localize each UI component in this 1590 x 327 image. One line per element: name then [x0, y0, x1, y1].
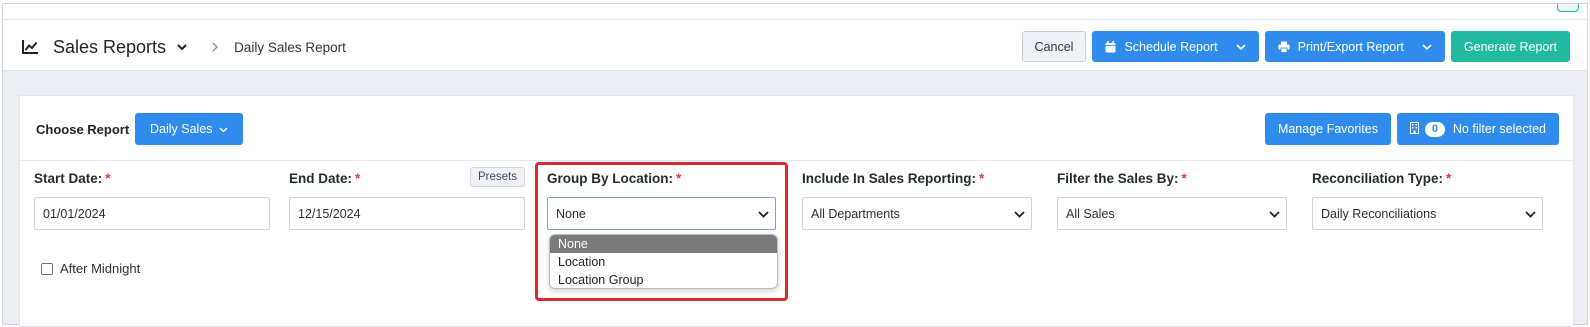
schedule-report-label: Schedule Report: [1124, 39, 1218, 54]
filter-status-label: No filter selected: [1452, 122, 1546, 136]
chevron-down-icon: [1525, 211, 1536, 218]
include-in-sales-label: Include In Sales Reporting: *: [802, 171, 1038, 189]
required-marker: *: [1446, 171, 1452, 186]
chevron-down-icon[interactable]: [1422, 43, 1432, 51]
start-date-label: Start Date: *: [34, 171, 270, 189]
filter-sales-by-value: All Sales: [1066, 206, 1115, 221]
end-date-label-text: End Date:: [289, 171, 353, 186]
start-date-label-text: Start Date:: [34, 171, 103, 186]
schedule-report-button[interactable]: Schedule Report: [1092, 31, 1259, 62]
reconciliation-type-field: Reconciliation Type: * Daily Reconciliati…: [1312, 171, 1548, 230]
required-marker: *: [355, 171, 361, 186]
filter-button[interactable]: 0 No filter selected: [1396, 113, 1559, 145]
calendar-icon: [1105, 40, 1116, 53]
corner-tab[interactable]: [1557, 4, 1579, 12]
line-chart-icon: [22, 40, 38, 54]
breadcrumb-current: Daily Sales Report: [234, 39, 346, 55]
choose-report-label: Choose Report: [36, 122, 130, 137]
report-select-value: Daily Sales: [150, 122, 213, 136]
reconciliation-type-label: Reconciliation Type: *: [1312, 171, 1548, 189]
include-in-sales-select[interactable]: All Departments: [802, 197, 1032, 230]
cancel-label: Cancel: [1034, 39, 1074, 54]
after-midnight-label: After Midnight: [60, 261, 141, 276]
after-midnight-checkbox[interactable]: [41, 262, 53, 275]
chevron-right-icon: [212, 42, 219, 52]
required-marker: *: [105, 171, 111, 186]
required-marker: *: [979, 171, 985, 186]
highlight-box: [535, 162, 788, 301]
page-title[interactable]: Sales Reports: [53, 37, 166, 58]
print-export-button[interactable]: Print/Export Report: [1264, 31, 1445, 62]
print-export-label: Print/Export Report: [1297, 39, 1404, 54]
manage-favorites-button[interactable]: Manage Favorites: [1264, 113, 1391, 145]
filter-sales-by-select[interactable]: All Sales: [1057, 197, 1287, 230]
report-select-button[interactable]: Daily Sales: [135, 113, 243, 145]
reconciliation-type-value: Daily Reconciliations: [1321, 206, 1437, 221]
reconciliation-type-label-text: Reconciliation Type:: [1312, 171, 1444, 186]
title-area: Sales Reports Daily Sales Report: [21, 36, 346, 58]
after-midnight-option[interactable]: After Midnight: [41, 261, 140, 276]
top-strip: [3, 4, 1587, 19]
chevron-down-icon: [1014, 211, 1025, 218]
header-actions: Cancel Schedule Report Print/Export Repo…: [1021, 31, 1570, 62]
printer-icon: [1278, 41, 1290, 53]
cancel-button[interactable]: Cancel: [1021, 31, 1087, 62]
building-icon: [1409, 121, 1419, 137]
manage-favorites-label: Manage Favorites: [1277, 122, 1378, 136]
include-in-sales-label-text: Include In Sales Reporting:: [802, 171, 977, 186]
filter-sales-by-label: Filter the Sales By: *: [1057, 171, 1293, 189]
generate-report-button[interactable]: Generate Report: [1450, 31, 1570, 62]
presets-button[interactable]: Presets: [470, 167, 525, 187]
end-date-value: 12/15/2024: [298, 206, 361, 221]
chevron-down-icon: [219, 126, 228, 133]
chevron-down-icon: [1269, 211, 1280, 218]
filter-sales-by-label-text: Filter the Sales By:: [1057, 171, 1179, 186]
reconciliation-type-select[interactable]: Daily Reconciliations: [1312, 197, 1543, 230]
filter-sales-by-field: Filter the Sales By: * All Sales: [1057, 171, 1293, 230]
chevron-down-icon[interactable]: [176, 41, 188, 53]
include-in-sales-field: Include In Sales Reporting: * All Departm…: [802, 171, 1038, 230]
divider: [20, 160, 1573, 161]
required-marker: *: [1181, 171, 1187, 186]
end-date-input[interactable]: 12/15/2024: [289, 197, 525, 230]
generate-report-label: Generate Report: [1463, 39, 1557, 54]
filter-count-badge: 0: [1424, 121, 1445, 137]
start-date-value: 01/01/2024: [43, 206, 106, 221]
header-bar: Sales Reports Daily Sales Report Cancel …: [3, 19, 1587, 71]
end-date-field: End Date: * Presets 12/15/2024: [289, 167, 525, 230]
chevron-down-icon[interactable]: [1236, 43, 1246, 51]
app-frame: Sales Reports Daily Sales Report Cancel …: [2, 3, 1588, 327]
start-date-field: Start Date: * 01/01/2024: [34, 171, 270, 230]
report-card: Choose Report Daily Sales Manage Favorit…: [19, 95, 1574, 327]
include-in-sales-value: All Departments: [811, 206, 900, 221]
start-date-input[interactable]: 01/01/2024: [34, 197, 270, 230]
